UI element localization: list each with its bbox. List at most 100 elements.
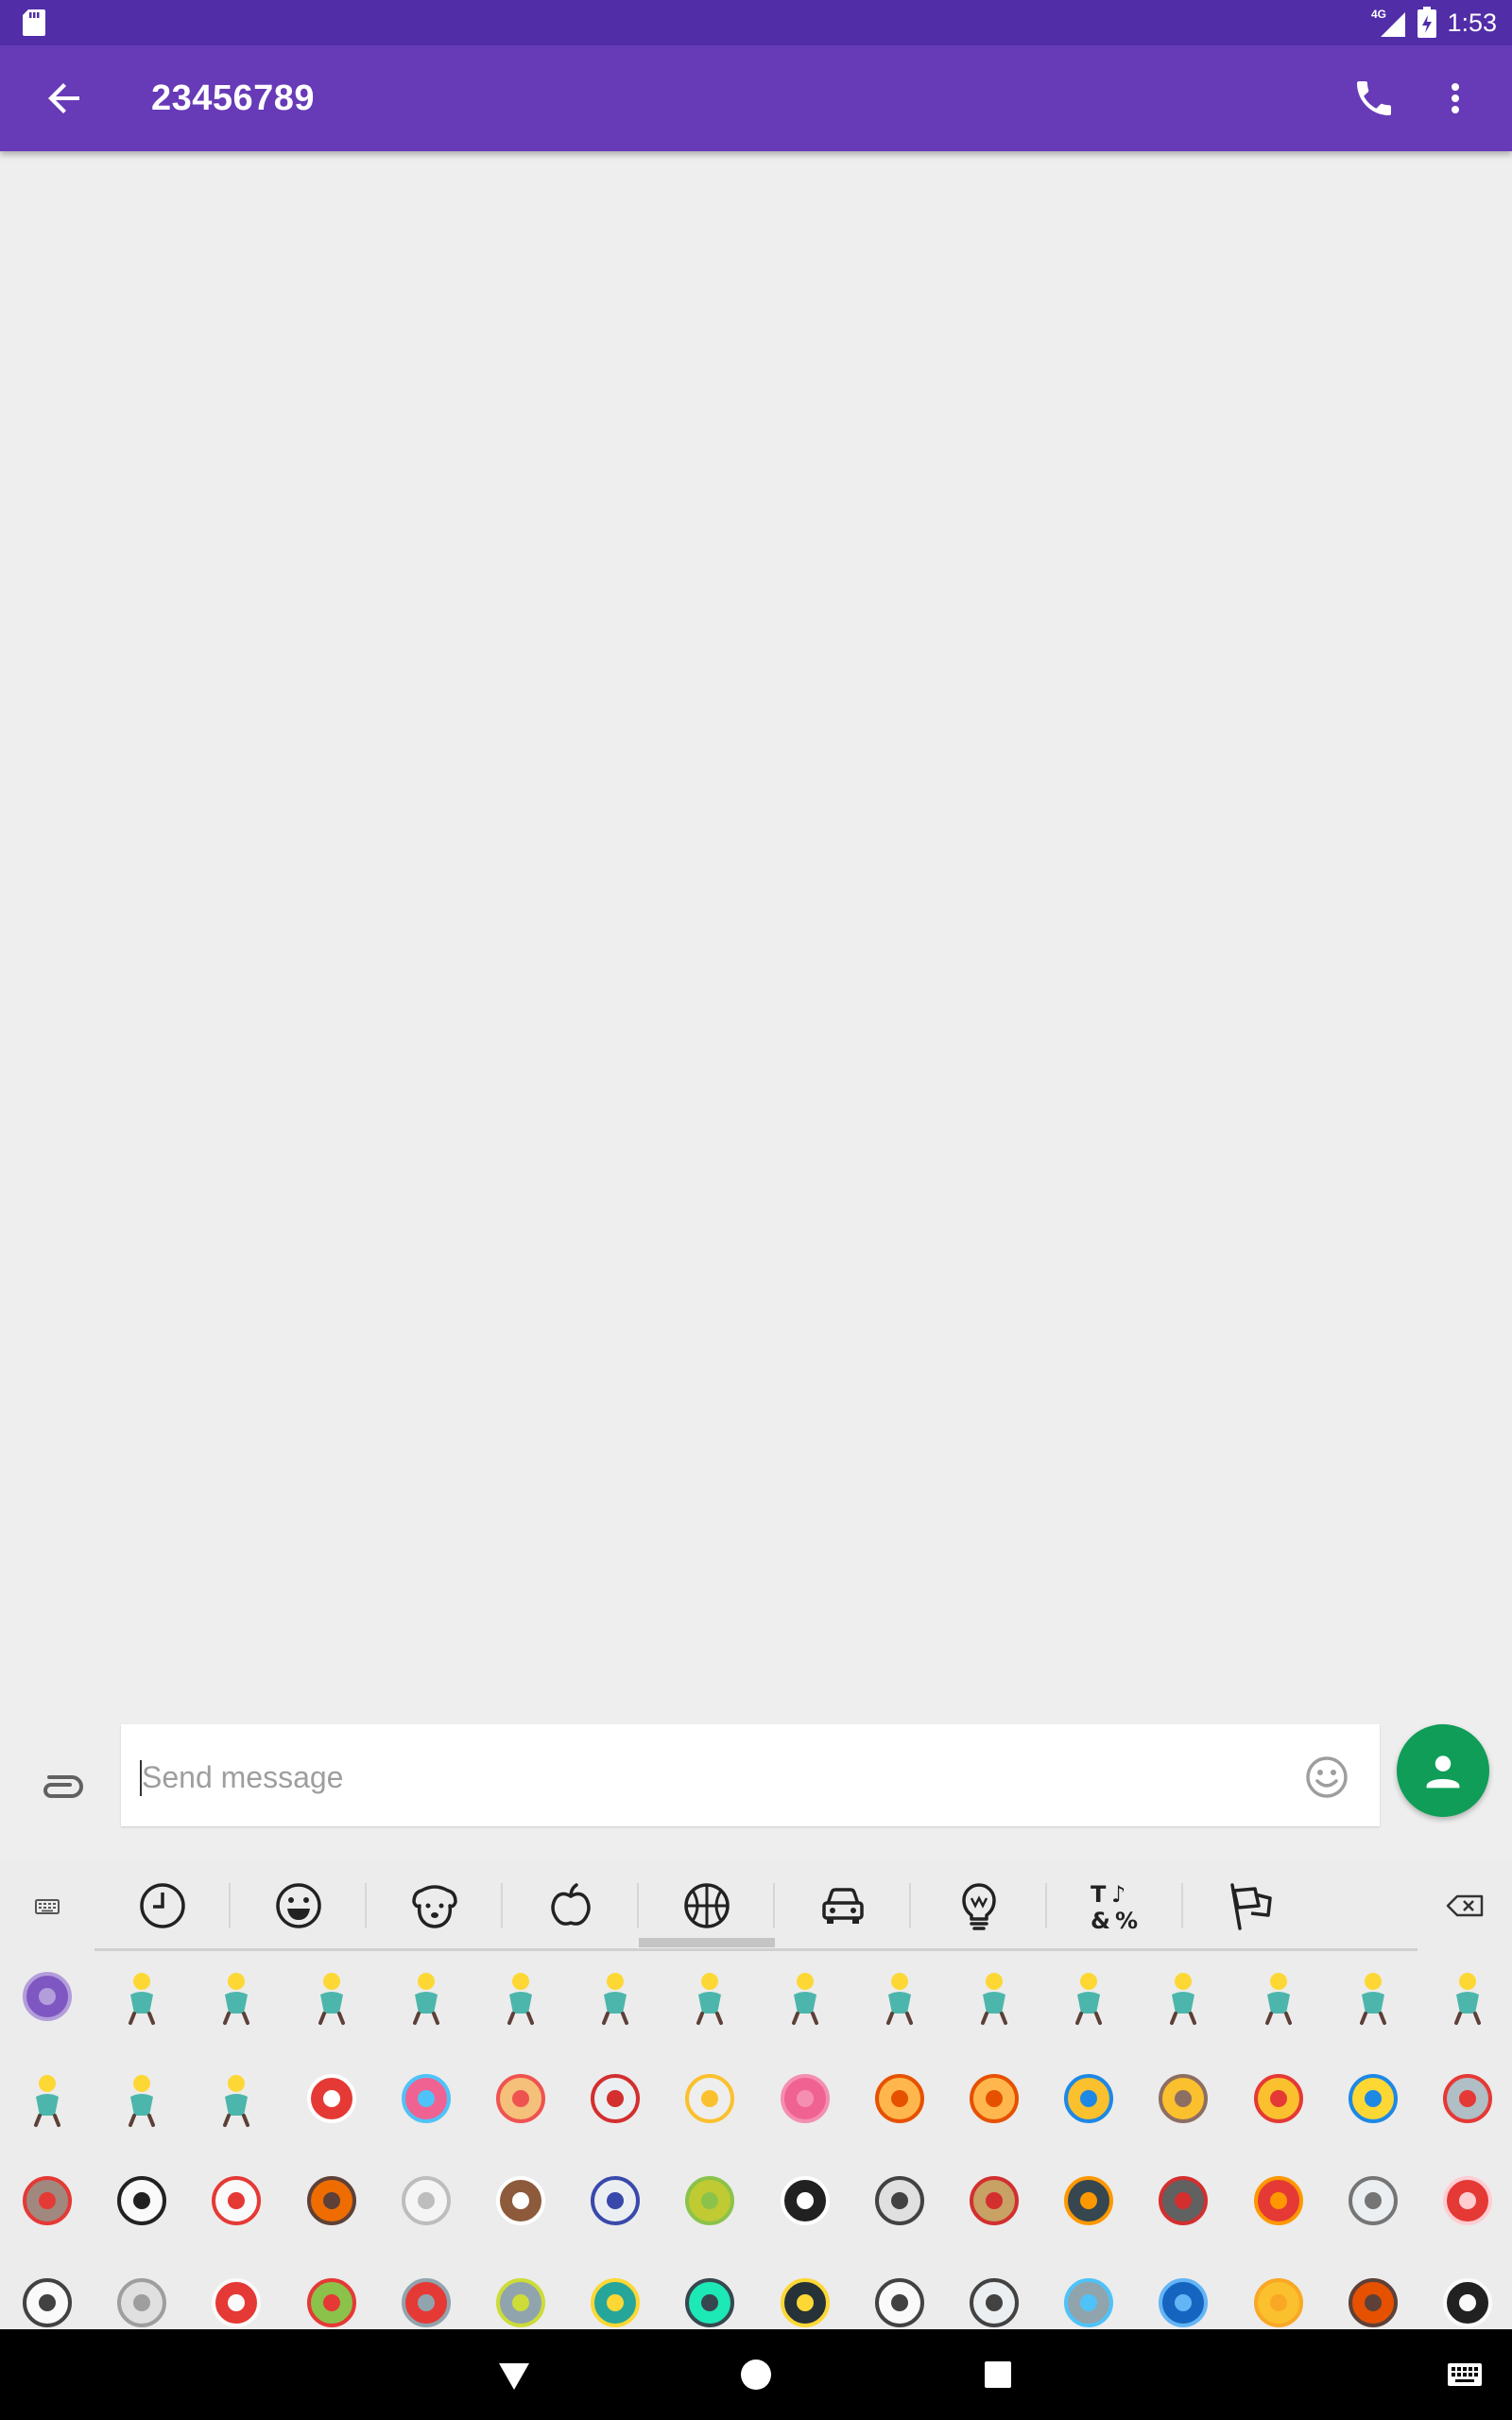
juggling-man-emoji[interactable] [206, 2068, 266, 2129]
water-polo-emoji[interactable] [17, 2068, 77, 2129]
swimmer-emoji[interactable] [869, 1966, 930, 2027]
headphones-emoji[interactable] [1153, 2273, 1213, 2329]
reminder-ribbon-emoji[interactable] [775, 2068, 835, 2129]
trophy-emoji[interactable] [1153, 2068, 1213, 2129]
gold-medal-emoji[interactable] [1343, 2068, 1403, 2129]
american-football-emoji[interactable] [490, 2170, 551, 2231]
nav-back-icon[interactable] [491, 2352, 537, 2397]
military-medal-emoji[interactable] [1058, 2068, 1119, 2129]
mountain-biker-emoji[interactable] [1248, 1966, 1309, 2027]
food-icon[interactable] [542, 1877, 599, 1934]
rugby-football-emoji[interactable] [585, 2170, 645, 2231]
message-placeholder: Send message [142, 1760, 344, 1794]
boxing-glove-emoji[interactable] [1437, 2170, 1498, 2231]
sd-card-icon [23, 9, 45, 36]
bronze-medal-emoji[interactable] [17, 2170, 77, 2231]
octopus-emoji[interactable] [17, 1966, 77, 2027]
nav-home-icon[interactable] [733, 2352, 779, 2397]
soccer-ball-emoji[interactable] [112, 2170, 172, 2231]
objects-icon[interactable] [951, 1877, 1007, 1934]
musical-keyboard-emoji[interactable] [1437, 2273, 1498, 2329]
category-divider [229, 1883, 231, 1928]
golf-flag-emoji[interactable] [301, 2273, 362, 2329]
category-divider [365, 1883, 367, 1928]
category-divider [1181, 1883, 1183, 1928]
svg-text:&: & [1091, 1908, 1110, 1934]
animals-icon[interactable] [406, 1877, 463, 1934]
app-bar: 23456789 [0, 45, 1512, 151]
phone-icon[interactable] [1351, 76, 1397, 121]
running-shirt-emoji[interactable] [585, 2273, 645, 2329]
symbols-icon[interactable]: T ♪ & % [1087, 1877, 1143, 1934]
silver-medal-emoji[interactable] [1437, 2068, 1498, 2129]
basketball-player-emoji[interactable] [964, 1966, 1024, 2027]
keyboard-icon[interactable] [19, 1877, 76, 1934]
more-vert-icon[interactable] [1433, 76, 1478, 121]
message-list[interactable] [0, 151, 1512, 1709]
artist-palette-emoji[interactable] [490, 2068, 551, 2129]
skier-emoji[interactable] [396, 1966, 456, 2027]
ice-hockey-emoji[interactable] [1153, 2170, 1213, 2231]
levitating-man-emoji[interactable] [112, 1966, 172, 2027]
volleyball-emoji[interactable] [396, 2170, 456, 2231]
8-ball-emoji[interactable] [775, 2170, 835, 2231]
weightlifter-emoji[interactable] [1058, 1966, 1119, 2027]
emoji-keyboard: T ♪ & % [0, 1860, 1512, 2329]
slot-machine-emoji[interactable] [585, 2068, 645, 2129]
message-input[interactable]: Send message [121, 1724, 1380, 1826]
basketball-emoji[interactable] [301, 2170, 362, 2231]
microphone-emoji[interactable] [1058, 2273, 1119, 2329]
smileys-icon[interactable] [270, 1877, 327, 1934]
circus-tent-emoji[interactable] [301, 2068, 362, 2129]
fishing-pole-emoji[interactable] [490, 2273, 551, 2329]
ping-pong-emoji[interactable] [1248, 2170, 1309, 2231]
musical-score-emoji[interactable] [964, 2273, 1024, 2329]
ice-skate-emoji[interactable] [396, 2273, 456, 2329]
attach-icon[interactable] [36, 1772, 85, 1802]
recent-icon[interactable] [134, 1877, 191, 1934]
clock: 1:53 [1447, 8, 1497, 37]
dice-emoji[interactable] [869, 2273, 930, 2329]
conversation-title: 23456789 [151, 78, 316, 118]
cricket-emoji[interactable] [964, 2170, 1024, 2231]
guitar-emoji[interactable] [1343, 2273, 1403, 2329]
goal-net-emoji[interactable] [112, 2273, 172, 2329]
admission-tickets-emoji[interactable] [869, 2068, 930, 2129]
ticket-emoji[interactable] [964, 2068, 1024, 2129]
bathtub-emoji[interactable] [679, 2068, 740, 2129]
badminton-emoji[interactable] [1343, 2170, 1403, 2231]
travel-icon[interactable] [815, 1877, 871, 1934]
performing-arts-emoji[interactable] [396, 2068, 456, 2129]
handball-emoji[interactable] [112, 2068, 172, 2129]
field-hockey-emoji[interactable] [1058, 2170, 1119, 2231]
emoji-icon[interactable] [1304, 1754, 1349, 1800]
snowboarder-emoji[interactable] [490, 1966, 551, 2027]
golfer-emoji[interactable] [585, 1966, 645, 2027]
contact-button[interactable] [1397, 1724, 1489, 1817]
bowling-emoji[interactable] [869, 2170, 930, 2231]
cartwheel-emoji[interactable] [1343, 1966, 1403, 2027]
svg-text:%: % [1115, 1908, 1138, 1934]
ski-emoji[interactable] [679, 2273, 740, 2329]
saxophone-emoji[interactable] [1248, 2273, 1309, 2329]
juggler-emoji[interactable] [1437, 1966, 1498, 2027]
video-game-emoji[interactable] [775, 2273, 835, 2329]
surfer-emoji[interactable] [679, 1966, 740, 2027]
keyboard-switch-icon[interactable] [1442, 2352, 1487, 2397]
baseball-emoji[interactable] [206, 2170, 266, 2231]
navigation-bar [0, 2329, 1512, 2420]
martial-arts-emoji[interactable] [17, 2273, 77, 2329]
fencer-emoji[interactable] [206, 1966, 266, 2027]
back-arrow-icon[interactable] [42, 76, 87, 121]
tennis-emoji[interactable] [679, 2170, 740, 2231]
cyclist-emoji[interactable] [1153, 1966, 1213, 2027]
flags-icon[interactable] [1223, 1877, 1280, 1934]
sports-medal-emoji[interactable] [1248, 2068, 1309, 2129]
category-divider [637, 1883, 639, 1928]
rowing-man-emoji[interactable] [775, 1966, 835, 2027]
nav-recents-icon[interactable] [975, 2352, 1021, 2397]
horse-racing-emoji[interactable] [301, 1966, 362, 2027]
activities-icon[interactable] [679, 1877, 735, 1934]
backspace-icon[interactable] [1436, 1877, 1493, 1934]
direct-hit-emoji[interactable] [206, 2273, 266, 2329]
